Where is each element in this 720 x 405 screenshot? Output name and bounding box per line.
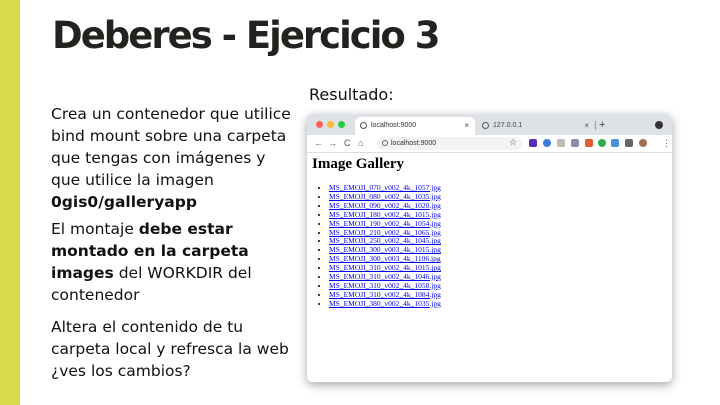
- minimize-window-button[interactable]: [327, 121, 334, 128]
- maximize-window-button[interactable]: [338, 121, 345, 128]
- browser-menu-icon[interactable]: ⋮: [662, 137, 671, 150]
- url-text: localhost:9000: [391, 140, 437, 147]
- extension-icon[interactable]: [598, 139, 606, 147]
- page-heading: Image Gallery: [312, 156, 405, 172]
- image-name: 0gis0/galleryapp: [51, 193, 197, 211]
- instruction-text: Crea un contenedor que utilice bind moun…: [51, 105, 291, 189]
- file-link[interactable]: MS_EMOJI_080_v002_4k_1035.jpg: [329, 192, 441, 201]
- profile-icon[interactable]: [655, 121, 663, 129]
- reload-button[interactable]: C: [344, 137, 351, 150]
- extension-icon[interactable]: [571, 139, 579, 147]
- extension-icon[interactable]: [557, 139, 565, 147]
- instruction-paragraph-3: Altera el contenido de tu carpeta local …: [51, 318, 289, 380]
- address-bar[interactable]: localhost:9000: [377, 137, 522, 150]
- instruction-paragraph-1: Crea un contenedor que utilice bind moun…: [51, 103, 291, 213]
- file-link[interactable]: MS_EMOJI_310_v002_4k_1046.jpg: [329, 272, 441, 281]
- list-item: MS_EMOJI_380_v002_4k_1035.jpg: [329, 299, 441, 309]
- file-link[interactable]: MS_EMOJI_310_v002_4k_1058.jpg: [329, 281, 441, 290]
- avatar[interactable]: [639, 139, 647, 147]
- close-tab-icon[interactable]: ×: [584, 117, 589, 135]
- extension-icon[interactable]: [543, 139, 551, 147]
- info-icon: [382, 140, 388, 146]
- file-list: MS_EMOJI_070_v002_4k_1057.jpgMS_EMOJI_08…: [319, 183, 441, 309]
- tab-localhost[interactable]: localhost:9000 ×: [355, 117, 475, 135]
- tab-label: localhost:9000: [371, 122, 417, 129]
- page-content: Image Gallery MS_EMOJI_070_v002_4k_1057.…: [307, 153, 672, 382]
- tab-separator: [595, 121, 596, 130]
- file-link[interactable]: MS_EMOJI_300_v003_4k_1106.jpg: [329, 254, 441, 263]
- globe-icon: [482, 122, 489, 129]
- home-button[interactable]: ⌂: [358, 137, 363, 150]
- file-link[interactable]: MS_EMOJI_310_v002_4k_1084.jpg: [329, 290, 441, 299]
- extension-icon[interactable]: [529, 139, 537, 147]
- file-link[interactable]: MS_EMOJI_380_v002_4k_1035.jpg: [329, 299, 441, 308]
- close-tab-icon[interactable]: ×: [464, 117, 469, 135]
- browser-window: localhost:9000 × 127.0.0.1 × + ← → C ⌂ l…: [307, 114, 672, 382]
- accent-bar: [0, 0, 20, 405]
- result-label: Resultado:: [309, 85, 394, 104]
- file-link[interactable]: MS_EMOJI_310_v002_4k_1015.jpg: [329, 263, 441, 272]
- file-link[interactable]: MS_EMOJI_180_v002_4k_1015.jpg: [329, 210, 441, 219]
- file-link[interactable]: MS_EMOJI_210_v002_4k_1065.jpg: [329, 228, 441, 237]
- file-link[interactable]: MS_EMOJI_070_v002_4k_1057.jpg: [329, 183, 441, 192]
- file-link[interactable]: MS_EMOJI_090_v002_4k_1020.jpg: [329, 201, 441, 210]
- tab-127[interactable]: 127.0.0.1 ×: [477, 117, 595, 135]
- bookmark-star-icon[interactable]: ☆: [509, 136, 517, 149]
- instruction-paragraph-2: El montaje debe estar montado en la carp…: [51, 218, 291, 306]
- puzzle-icon[interactable]: [625, 139, 633, 147]
- tab-label: 127.0.0.1: [493, 122, 523, 129]
- globe-icon: [360, 122, 367, 129]
- file-link[interactable]: MS_EMOJI_190_v002_4k_1054.jpg: [329, 219, 441, 228]
- file-link[interactable]: MS_EMOJI_300_v003_4k_1015.jpg: [329, 245, 441, 254]
- browser-toolbar: ← → C ⌂ localhost:9000 ☆ ⋮: [307, 135, 672, 153]
- extension-icon[interactable]: [585, 139, 593, 147]
- extension-icon[interactable]: [611, 139, 619, 147]
- new-tab-button[interactable]: +: [599, 117, 605, 133]
- slide-title: Deberes - Ejercicio 3: [52, 14, 440, 57]
- forward-button[interactable]: →: [328, 137, 337, 150]
- file-link[interactable]: MS_EMOJI_250_v002_4k_1045.jpg: [329, 236, 441, 245]
- tab-bar: localhost:9000 × 127.0.0.1 × +: [307, 114, 672, 135]
- back-button[interactable]: ←: [314, 137, 323, 150]
- close-window-button[interactable]: [316, 121, 323, 128]
- instruction-text: El montaje: [51, 220, 139, 238]
